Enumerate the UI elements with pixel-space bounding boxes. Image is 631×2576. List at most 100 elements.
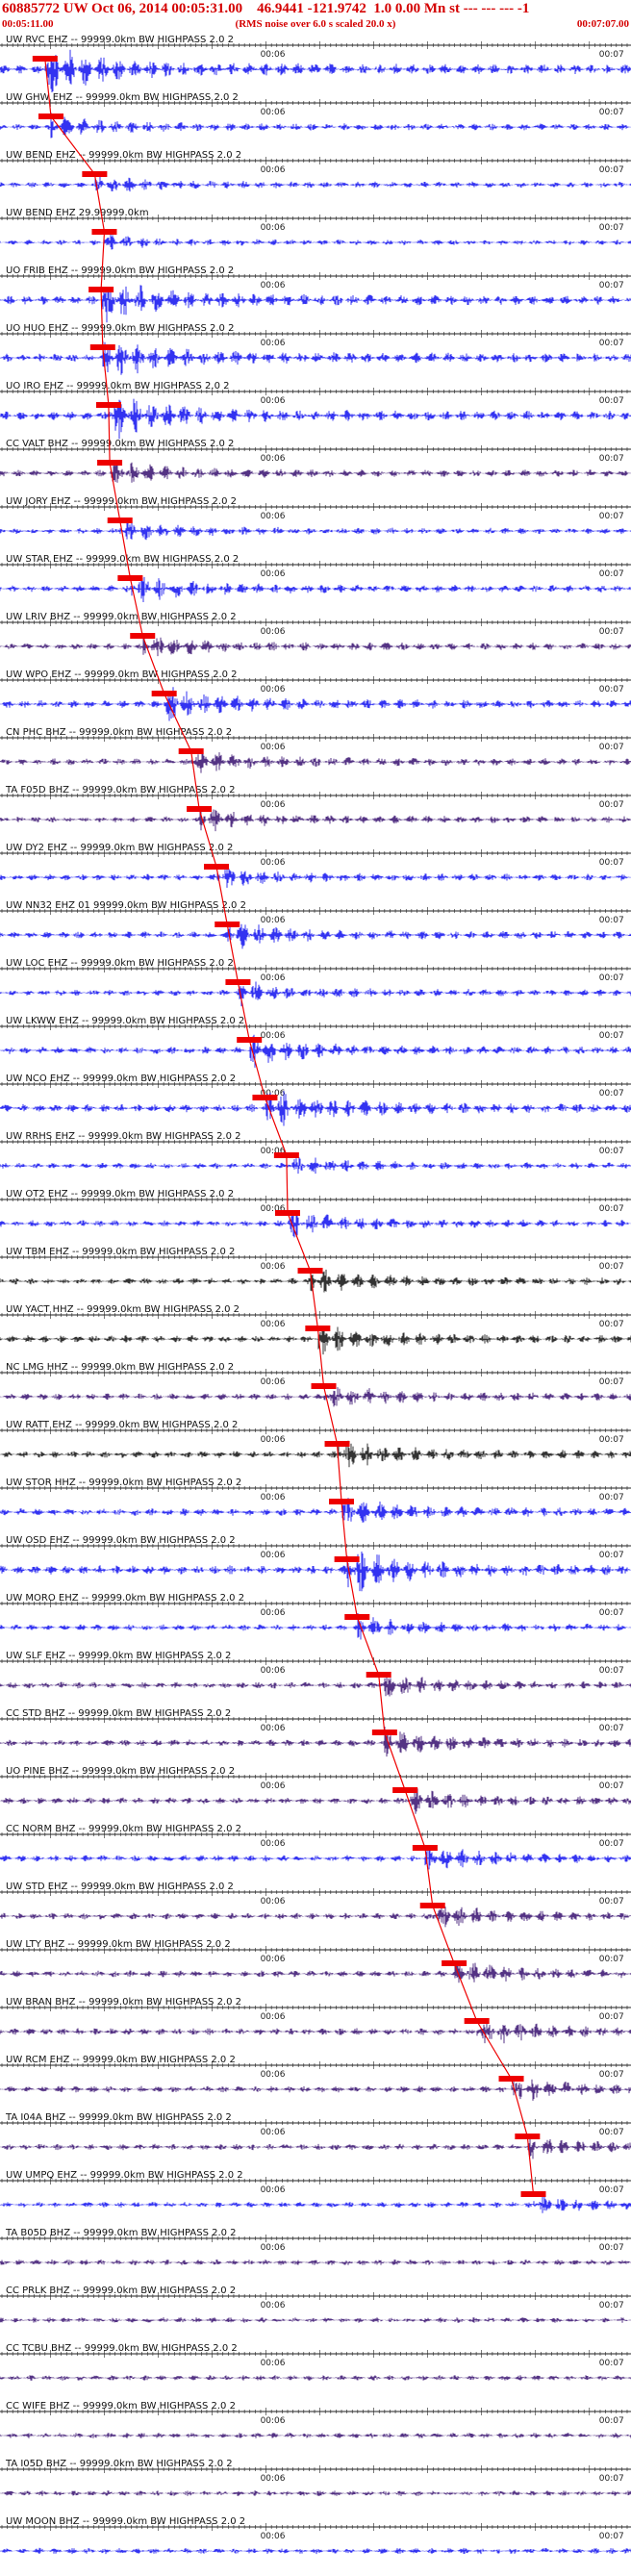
station-label: UW STOR HHZ -- 99999.0km BW HIGHPASS 2.0… xyxy=(6,1477,241,1488)
tick-label-0007: 00:07 xyxy=(599,1781,624,1791)
tick-label-0007: 00:07 xyxy=(599,2243,624,2253)
trace-row: 00:06 00:07 CC VALT BHZ -- 99999.0km BW HI… xyxy=(0,439,631,483)
trace-row: 00:06 00:07UW RRHS EHZ -- 99999.0km BW HI… xyxy=(0,1131,631,1174)
waveform xyxy=(0,2317,631,2323)
waveform xyxy=(0,521,631,541)
trace-row: 00:06 00:07 CC PRLK BHZ -- 99999.0km BW HI… xyxy=(0,2286,631,2323)
waveform xyxy=(0,1905,631,1928)
waveform xyxy=(0,921,631,949)
trace-row: 00:06 00:07 UW WPO EHZ -- 99999.0km BW HIG… xyxy=(0,669,631,721)
tick-label-0006: 00:06 xyxy=(261,1897,286,1907)
trace-row: 00:06 00:07CC TCBU BHZ -- 99999.0km BW HI… xyxy=(0,2343,631,2381)
tick-label-0007: 00:07 xyxy=(599,685,624,695)
trace-row: 00:06 00:07 UW UMPQ EHZ -- 99999.0km BW HI… xyxy=(0,2170,631,2213)
trace-row: 00:06 00:07 UW BRAN BHZ -- 99999.0km BW HI… xyxy=(0,1997,631,2044)
station-label: UO PINE BHZ -- 99999.0km BW HIGHPASS 2.0… xyxy=(6,1766,235,1777)
trace-row: 00:06 00:07 UW LTY BHZ -- 99999.0km BW HIG… xyxy=(0,1939,631,1983)
trace-row: 00:06 00:07 UW TBM EHZ -- 99999.0km BW HIG… xyxy=(0,1247,631,1293)
tick-label-0007: 00:07 xyxy=(599,50,624,60)
station-label: CC NORM BHZ -- 99999.0km BW HIGHPASS 2.0… xyxy=(6,1824,241,1834)
tick-label-0007: 00:07 xyxy=(599,1031,624,1041)
tick-label-0006: 00:06 xyxy=(261,281,286,290)
tick-label-0006: 00:06 xyxy=(261,858,286,868)
tick-label-0006: 00:06 xyxy=(261,800,286,810)
tick-label-0006: 00:06 xyxy=(261,1377,286,1387)
tick-label-0006: 00:06 xyxy=(261,685,286,695)
tick-label-0006: 00:06 xyxy=(261,1608,286,1618)
tick-label-0007: 00:07 xyxy=(599,108,624,117)
tick-label-0007: 00:07 xyxy=(599,1897,624,1907)
trace-row: 00:06 00:07 UW STD EHZ -- 99999.0km BW HIG… xyxy=(0,1881,631,1928)
trace-row: 00:06 00:07 UW LOC EHZ -- 99999.0km BW HIG… xyxy=(0,958,631,1007)
station-label: UW LRIV BHZ -- 99999.0km BW HIGHPASS 2.0… xyxy=(6,612,237,622)
station-label: UW OSD EHZ -- 99999.0km BW HIGHPASS 2.0 … xyxy=(6,1535,236,1546)
tick-label-0007: 00:07 xyxy=(599,1089,624,1099)
tick-label-0006: 00:06 xyxy=(261,743,286,752)
station-label: UW MORO EHZ -- 99999.0km BW HIGHPASS 2.0… xyxy=(6,1593,244,1604)
waveform xyxy=(0,460,631,483)
tick-label-0006: 00:06 xyxy=(261,165,286,175)
waveform xyxy=(0,1960,631,1983)
trace-row: 00:06 00:07 TA F05D BHZ -- 99999.0km BW HI… xyxy=(0,785,631,832)
waveform xyxy=(0,808,631,832)
trace-row: 00:06 00:07 UW STAR EHZ -- 99999.0km BW HI… xyxy=(0,554,631,602)
station-label: UW LKWW EHZ -- 99999.0km BW HIGHPASS 2.0… xyxy=(6,1016,244,1026)
station-label: UW TBM EHZ -- 99999.0km BW HIGHPASS 2.0 … xyxy=(6,1247,235,1257)
tick-label-0006: 00:06 xyxy=(261,1262,286,1272)
trace-row: 00:06 00:07 NC LMG HHZ -- 99999.0km BW HIG… xyxy=(0,1362,631,1407)
waveform xyxy=(0,1157,631,1174)
waveform xyxy=(0,2079,631,2101)
station-label: UW JORY EHZ -- 99999.0km BW HIGHPASS 2.0… xyxy=(6,496,237,507)
scale-note: (RMS noise over 6.0 s scaled 20.0 x) xyxy=(235,18,396,30)
waveform xyxy=(0,1440,631,1468)
tick-label-0006: 00:06 xyxy=(261,569,286,579)
station-label: UW NN32 EHZ 01 99999.0km BW HIGHPASS 2.0… xyxy=(6,900,246,911)
station-label: CC PRLK BHZ -- 99999.0km BW HIGHPASS 2.0… xyxy=(6,2286,236,2296)
tick-label-0006: 00:06 xyxy=(261,2243,286,2253)
waveform xyxy=(0,1727,631,1757)
tick-label-0006: 00:06 xyxy=(261,916,286,925)
waveform xyxy=(0,634,631,657)
tick-label-0007: 00:07 xyxy=(599,223,624,233)
tick-label-0006: 00:06 xyxy=(261,1839,286,1849)
station-label: UW SLF EHZ -- 99999.0km BW HIGHPASS 2.0 … xyxy=(6,1651,231,1661)
station-label: UW RRHS EHZ -- 99999.0km BW HIGHPASS 2.0… xyxy=(6,1131,241,1142)
tick-label-0007: 00:07 xyxy=(599,1320,624,1329)
station-label: UW RATT EHZ -- 99999.0km BW HIGHPASS 2.0… xyxy=(6,1420,238,1430)
tick-label-0007: 00:07 xyxy=(599,1608,624,1618)
tick-label-0007: 00:07 xyxy=(599,1839,624,1849)
tick-label-0007: 00:07 xyxy=(599,1147,624,1156)
waveform xyxy=(0,752,631,773)
waveform xyxy=(0,2137,631,2159)
waveform xyxy=(0,1847,631,1870)
station-label: CC VALT BHZ -- 99999.0km BW HIGHPASS 2.0… xyxy=(6,439,234,449)
tick-label-0007: 00:07 xyxy=(599,2185,624,2195)
tick-label-0007: 00:07 xyxy=(599,339,624,348)
event-title: 60885772 UW Oct 06, 2014 00:05:31.00 46.… xyxy=(2,1,530,16)
tick-label-0007: 00:07 xyxy=(599,858,624,868)
tick-label-0007: 00:07 xyxy=(599,1955,624,1964)
trace-row: 00:06 00:07 CN PHC BHZ -- 99999.0km BW HIG… xyxy=(0,727,631,773)
waveform xyxy=(0,868,631,888)
tick-label-0007: 00:07 xyxy=(599,1435,624,1445)
station-label: UW YACT HHZ -- 99999.0km BW HIGHPASS 2.0… xyxy=(6,1304,240,1315)
seismogram-plot: 00:06 00:07 UW RVC EHZ -- 99999.0km BW HIG… xyxy=(0,35,631,2555)
tick-label-0006: 00:06 xyxy=(261,223,286,233)
trace-row: 00:06 00:07 UW DY2 EHZ -- 99999.0km BW HIG… xyxy=(0,843,631,888)
trace-row: 00:06 00:07 UW OSD EHZ -- 99999.0km BW HIG… xyxy=(0,1535,631,1592)
plot-header: 60885772 UW Oct 06, 2014 00:05:31.00 46.… xyxy=(0,0,631,33)
tick-label-0007: 00:07 xyxy=(599,2128,624,2137)
tick-label-0007: 00:07 xyxy=(599,973,624,983)
trace-row: 00:06 00:07 TA B05D BHZ -- 99999.0km BW HI… xyxy=(0,2228,631,2265)
tick-label-0007: 00:07 xyxy=(599,454,624,464)
waveform xyxy=(0,687,631,721)
trace-row: 00:06 00:07 UO IRO EHZ -- 99999.0km BW HIG… xyxy=(0,381,631,440)
trace-row: 00:06 00:07 UW MORO EHZ -- 99999.0km BW HI… xyxy=(0,1593,631,1640)
trace-row: 00:06 00:07 UW RATT EHZ -- 99999.0km BW HI… xyxy=(0,1420,631,1468)
tick-label-0006: 00:06 xyxy=(261,2185,286,2195)
station-label: UW DY2 EHZ -- 99999.0km BW HIGHPASS 2.0 … xyxy=(6,843,233,853)
waveform xyxy=(0,2021,631,2044)
waveform xyxy=(0,1552,631,1592)
trace-row: 00:06 00:07 UW BEND EHZ -- 99999.0km BW HI… xyxy=(0,150,631,192)
tick-label-0007: 00:07 xyxy=(599,1204,624,1214)
